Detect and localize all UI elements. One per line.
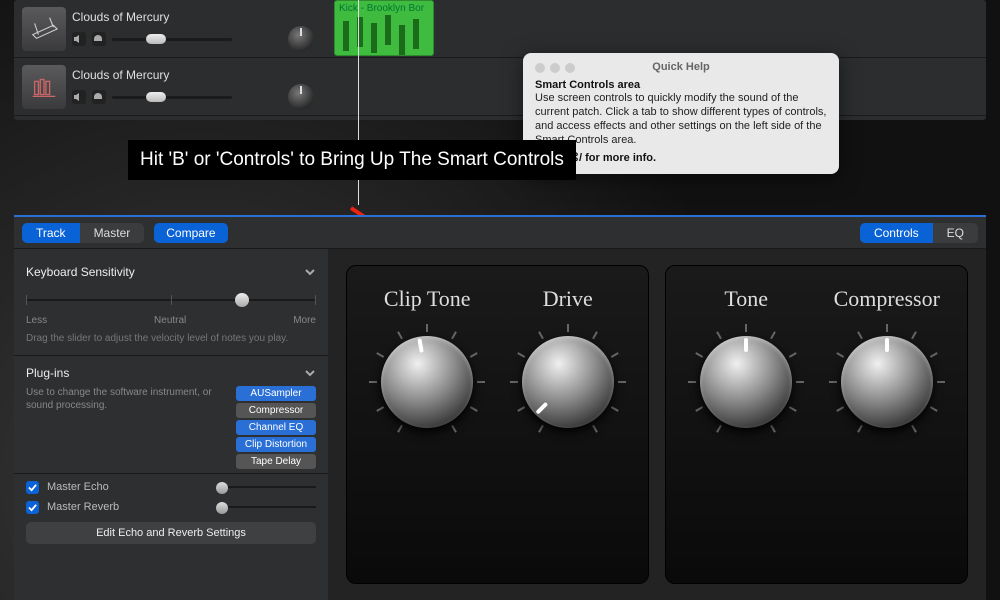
midi-region[interactable]: Kick - Brooklyn Bor xyxy=(334,0,434,56)
knob-tone[interactable] xyxy=(686,322,806,442)
plugin-compressor[interactable]: Compressor xyxy=(236,403,316,418)
controls-eq-segment: Controls EQ xyxy=(860,223,978,243)
quick-help-body: Use screen controls to quickly modify th… xyxy=(535,91,827,147)
plugin-list: AUSampler Compressor Channel EQ Clip Dis… xyxy=(236,386,316,469)
mute-button[interactable] xyxy=(72,90,86,104)
quick-help-title: Quick Help xyxy=(652,61,709,73)
plugin-clip-distortion[interactable]: Clip Distortion xyxy=(236,437,316,452)
annotation-callout: Hit 'B' or 'Controls' to Bring Up The Sm… xyxy=(128,140,576,180)
pan-knob[interactable] xyxy=(288,84,314,110)
mute-button[interactable] xyxy=(72,32,86,46)
ks-neutral-label: Neutral xyxy=(154,315,186,326)
knob-label-compressor: Compressor xyxy=(834,286,940,312)
plugin-tape-delay[interactable]: Tape Delay xyxy=(236,454,316,469)
ks-less-label: Less xyxy=(26,315,47,326)
master-echo-checkbox[interactable] xyxy=(26,481,39,494)
track-row[interactable]: Clouds of Mercury xyxy=(14,58,986,116)
track-row[interactable]: Clouds of Mercury xyxy=(14,0,986,58)
master-echo-label: Master Echo xyxy=(47,481,109,493)
plugin-channel-eq[interactable]: Channel EQ xyxy=(236,420,316,435)
master-reverb-checkbox[interactable] xyxy=(26,501,39,514)
knob-drive[interactable] xyxy=(508,322,628,442)
plugin-ausampler[interactable]: AUSampler xyxy=(236,386,316,401)
pan-knob[interactable] xyxy=(288,26,314,52)
ks-hint: Drag the slider to adjust the velocity l… xyxy=(26,332,316,345)
smart-controls-area: Track Master Compare Controls EQ Keyboar… xyxy=(14,217,986,600)
master-echo-slider[interactable] xyxy=(216,480,316,494)
keyboard-sensitivity-header[interactable]: Keyboard Sensitivity xyxy=(26,259,316,285)
instrument-marimba-icon xyxy=(22,65,66,109)
keyboard-sensitivity-slider[interactable] xyxy=(26,289,316,311)
tracks-area: Clouds of Mercury Clouds of Mercury Kick… xyxy=(14,0,986,120)
chevron-down-icon xyxy=(304,266,316,278)
master-reverb-slider[interactable] xyxy=(216,500,316,514)
instrument-keys-icon xyxy=(22,7,66,51)
quick-help-press: Press ⌘/ for more info. xyxy=(535,151,827,164)
compare-button[interactable]: Compare xyxy=(154,223,227,243)
master-reverb-label: Master Reverb xyxy=(47,501,119,513)
solo-button[interactable] xyxy=(92,90,106,104)
tab-master[interactable]: Master xyxy=(80,223,145,243)
knob-label-tone: Tone xyxy=(724,286,768,312)
ks-title: Keyboard Sensitivity xyxy=(26,265,135,279)
edit-echo-reverb-button[interactable]: Edit Echo and Reverb Settings xyxy=(26,522,316,544)
track-name: Clouds of Mercury xyxy=(72,64,324,84)
chevron-down-icon xyxy=(304,367,316,379)
tab-eq[interactable]: EQ xyxy=(933,223,978,243)
knob-panel-right: Tone Compressor xyxy=(665,265,968,584)
tab-controls[interactable]: Controls xyxy=(860,223,933,243)
tab-track[interactable]: Track xyxy=(22,223,80,243)
track-name: Clouds of Mercury xyxy=(72,6,324,26)
region-label: Kick - Brooklyn Bor xyxy=(339,3,431,14)
window-traffic-lights[interactable] xyxy=(535,63,575,73)
knob-compressor[interactable] xyxy=(827,322,947,442)
divider xyxy=(14,355,328,356)
plugins-title: Plug-ins xyxy=(26,366,69,380)
smart-controls-sidebar: Keyboard Sensitivity Less Neutral More D… xyxy=(14,249,328,600)
ks-more-label: More xyxy=(293,315,316,326)
smart-controls-main: Clip Tone Drive Tone Compressor xyxy=(328,249,986,600)
volume-slider[interactable] xyxy=(112,32,232,46)
midi-notes-icon xyxy=(343,21,349,51)
volume-slider[interactable] xyxy=(112,90,232,104)
track-master-segment: Track Master xyxy=(22,223,144,243)
divider xyxy=(14,473,328,474)
knob-clip-tone[interactable] xyxy=(367,322,487,442)
plugins-header[interactable]: Plug-ins xyxy=(26,360,316,386)
knob-label-clip-tone: Clip Tone xyxy=(384,286,471,312)
knob-label-drive: Drive xyxy=(543,286,593,312)
solo-button[interactable] xyxy=(92,32,106,46)
quick-help-heading: Smart Controls area xyxy=(535,79,827,91)
plugins-hint: Use to change the software instrument, o… xyxy=(26,386,226,469)
knob-panel-left: Clip Tone Drive xyxy=(346,265,649,584)
smart-controls-toolbar: Track Master Compare Controls EQ xyxy=(14,217,986,249)
